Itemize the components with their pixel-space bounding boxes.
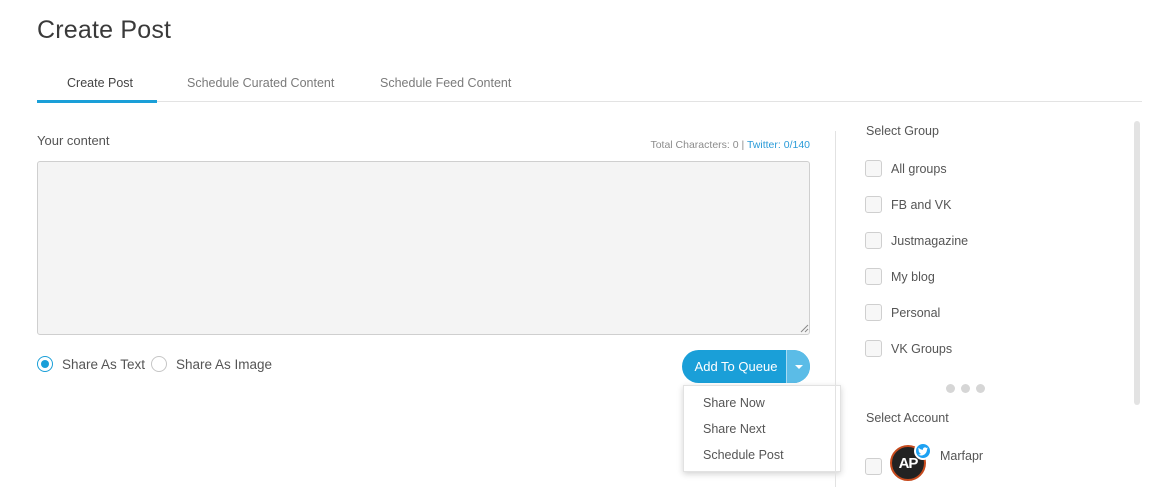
share-as-text-radio[interactable] [37,356,53,372]
group-label: FB and VK [891,197,952,212]
dot-icon [946,384,955,393]
share-as-image-radio[interactable] [151,356,167,372]
group-item-my-blog[interactable]: My blog [865,268,935,285]
content-textarea[interactable] [37,161,810,335]
share-as-text-label: Share As Text [62,356,146,372]
content-label: Your content [37,133,110,148]
caret-down-icon [794,364,803,369]
group-checkbox[interactable] [865,268,882,285]
group-item-personal[interactable]: Personal [865,304,940,321]
menu-item-share-now[interactable]: Share Now [684,392,840,418]
share-as-text-option[interactable]: Share As Text [37,356,145,372]
tab-bar: Create Post Schedule Curated Content Sch… [37,70,1142,103]
dot-icon [961,384,970,393]
group-checkbox[interactable] [865,232,882,249]
account-name: Marfapr [940,449,984,463]
column-divider [835,131,836,487]
group-label: My blog [891,269,935,284]
resize-handle-icon[interactable] [800,324,809,333]
group-checkbox[interactable] [865,340,882,357]
account-item-marfapr[interactable]: AP Marfapr [865,442,984,481]
group-checkbox[interactable] [865,160,882,177]
queue-options-toggle[interactable] [786,350,810,383]
queue-options-menu: Share Now Share Next Schedule Post [683,385,841,472]
group-label: VK Groups [891,341,953,356]
tab-schedule-feed-content[interactable]: Schedule Feed Content [380,76,511,90]
avatar: AP [890,442,932,481]
group-item-all-groups[interactable]: All groups [865,160,947,177]
group-item-fb-and-vk[interactable]: FB and VK [865,196,951,213]
share-as-image-option[interactable]: Share As Image [151,356,272,372]
group-label: Justmagazine [891,233,969,248]
add-to-queue-split-button: Add To Queue [682,350,810,383]
tab-create-post[interactable]: Create Post [67,76,133,90]
total-characters-count: Total Characters: 0 | [650,139,745,151]
group-checkbox[interactable] [865,304,882,321]
more-groups-icon[interactable] [946,384,985,393]
group-item-vk-groups[interactable]: VK Groups [865,340,952,357]
active-tab-indicator [37,100,157,103]
add-to-queue-button[interactable]: Add To Queue [682,350,786,383]
group-label: All groups [891,161,947,176]
account-checkbox[interactable] [865,458,882,475]
avatar-initials: AP [898,454,919,472]
group-item-justmagazine[interactable]: Justmagazine [865,232,968,249]
twitter-icon [914,442,932,460]
page-title: Create Post [37,16,172,44]
group-checkbox[interactable] [865,196,882,213]
share-as-image-label: Share As Image [176,356,273,372]
select-account-heading: Select Account [866,411,949,425]
tab-schedule-curated-content[interactable]: Schedule Curated Content [187,76,334,90]
twitter-character-count: Twitter: 0/140 [746,139,810,151]
group-label: Personal [891,305,941,320]
sidebar-scrollbar[interactable] [1134,121,1140,405]
menu-item-schedule-post[interactable]: Schedule Post [684,444,840,470]
dot-icon [976,384,985,393]
menu-item-share-next[interactable]: Share Next [684,418,840,444]
character-counter: Total Characters: 0 | Twitter: 0/140 [650,139,810,151]
select-group-heading: Select Group [866,124,939,138]
